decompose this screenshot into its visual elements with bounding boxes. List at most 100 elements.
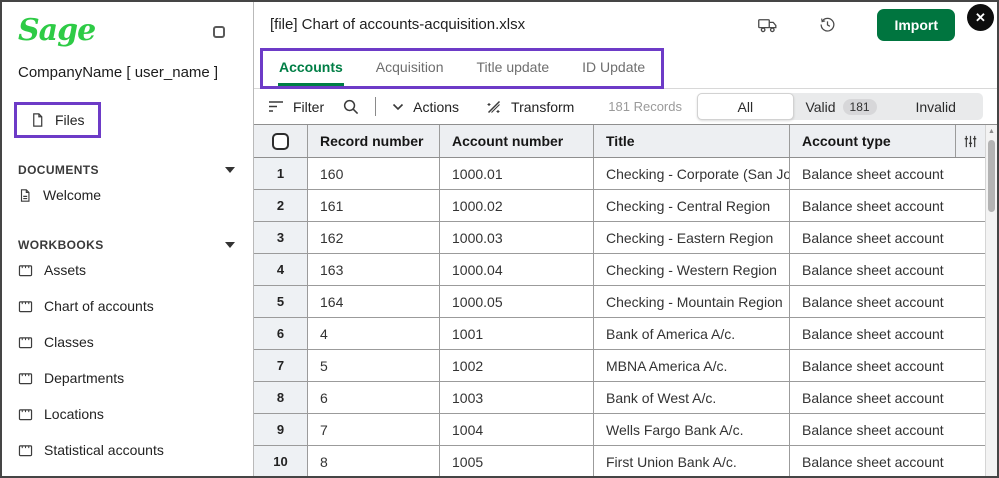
history-icon[interactable] (818, 15, 837, 34)
title-cell[interactable]: MBNA America A/c. (594, 350, 790, 381)
account-type-cell[interactable]: Balance sheet account (790, 190, 985, 221)
close-button[interactable]: ✕ (967, 4, 994, 31)
column-header-title[interactable]: Title (594, 125, 790, 157)
sidebar-item-classes[interactable]: Classes (2, 324, 253, 360)
record-number-cell[interactable]: 8 (308, 446, 440, 476)
actions-button[interactable]: Actions (392, 99, 459, 115)
row-number-cell: 5 (254, 286, 308, 317)
row-number-cell: 2 (254, 190, 308, 221)
table-row[interactable]: 3 162 1000.03 Checking - Eastern Region … (254, 222, 985, 254)
table-row[interactable]: 5 164 1000.05 Checking - Mountain Region… (254, 286, 985, 318)
import-button[interactable]: Import (877, 8, 955, 41)
transform-button[interactable]: Transform (486, 99, 574, 115)
segment-valid[interactable]: Valid 181 (794, 93, 889, 120)
sidebar-item-statistical-accounts[interactable]: Statistical accounts (2, 432, 253, 468)
title-cell[interactable]: Checking - Central Region (594, 190, 790, 221)
table-row[interactable]: 9 7 1004 Wells Fargo Bank A/c. Balance s… (254, 414, 985, 446)
sidebar-item-welcome[interactable]: Welcome (2, 177, 253, 213)
sidebar-item-chart-of-accounts[interactable]: Chart of accounts (2, 288, 253, 324)
truck-icon[interactable] (757, 16, 778, 34)
title-cell[interactable]: First Union Bank A/c. (594, 446, 790, 476)
record-number-cell[interactable]: 7 (308, 414, 440, 445)
workbook-icon (18, 300, 33, 313)
workbook-icon (18, 444, 33, 457)
scrollbar-thumb[interactable] (988, 140, 995, 212)
vertical-scrollbar[interactable]: ▲ (985, 125, 997, 476)
column-header-record-number[interactable]: Record number (308, 125, 440, 157)
sidebar-item-label: Assets (44, 262, 87, 278)
account-number-cell[interactable]: 1001 (440, 318, 594, 349)
account-type-cell[interactable]: Balance sheet account (790, 286, 985, 317)
account-number-cell[interactable]: 1000.05 (440, 286, 594, 317)
row-number-cell: 10 (254, 446, 308, 476)
record-number-cell[interactable]: 162 (308, 222, 440, 253)
record-number-cell[interactable]: 163 (308, 254, 440, 285)
title-cell[interactable]: Wells Fargo Bank A/c. (594, 414, 790, 445)
sidebar-item-departments[interactable]: Departments (2, 360, 253, 396)
sage-logo: Sage (18, 13, 96, 48)
title-cell[interactable]: Bank of America A/c. (594, 318, 790, 349)
record-number-cell[interactable]: 6 (308, 382, 440, 413)
filter-button[interactable]: Filter (268, 99, 324, 115)
caret-down-icon (225, 242, 235, 248)
search-icon[interactable] (342, 98, 359, 115)
column-settings-button[interactable] (956, 125, 985, 157)
records-count: 181 Records (608, 99, 682, 114)
sidebar-item-locations[interactable]: Locations (2, 396, 253, 432)
sidebar-item-files[interactable]: Files (14, 102, 101, 138)
table-row[interactable]: 2 161 1000.02 Checking - Central Region … (254, 190, 985, 222)
row-number-cell: 3 (254, 222, 308, 253)
table-row[interactable]: 10 8 1005 First Union Bank A/c. Balance … (254, 446, 985, 476)
sidebar-section-documents[interactable]: DOCUMENTS (2, 163, 253, 177)
table-row[interactable]: 1 160 1000.01 Checking - Corporate (San … (254, 158, 985, 190)
title-cell[interactable]: Bank of West A/c. (594, 382, 790, 413)
main-panel: [file] Chart of accounts-acquisition.xls… (254, 2, 997, 476)
account-number-cell[interactable]: 1005 (440, 446, 594, 476)
account-number-cell[interactable]: 1000.01 (440, 158, 594, 189)
sidebar-section-workbooks[interactable]: WORKBOOKS (2, 238, 253, 252)
tab-accounts[interactable]: Accounts (278, 51, 344, 86)
toolbar: Filter Actions Transform 181 Records All… (254, 89, 997, 125)
segment-invalid[interactable]: Invalid (888, 93, 983, 120)
tab-id-update[interactable]: ID Update (581, 51, 646, 86)
account-type-cell[interactable]: Balance sheet account (790, 350, 985, 381)
sidebar-item-label: Chart of accounts (44, 298, 154, 314)
segment-all[interactable]: All (697, 93, 794, 120)
scroll-up-icon[interactable]: ▲ (986, 128, 997, 135)
column-header-account-number[interactable]: Account number (440, 125, 594, 157)
account-type-cell[interactable]: Balance sheet account (790, 222, 985, 253)
record-number-cell[interactable]: 5 (308, 350, 440, 381)
sidebar-item-label: Classes (44, 334, 94, 350)
record-number-cell[interactable]: 4 (308, 318, 440, 349)
table-row[interactable]: 8 6 1003 Bank of West A/c. Balance sheet… (254, 382, 985, 414)
account-type-cell[interactable]: Balance sheet account (790, 414, 985, 445)
table-row[interactable]: 6 4 1001 Bank of America A/c. Balance sh… (254, 318, 985, 350)
table-row[interactable]: 4 163 1000.04 Checking - Western Region … (254, 254, 985, 286)
collapse-sidebar-icon[interactable] (213, 26, 225, 38)
record-number-cell[interactable]: 160 (308, 158, 440, 189)
sidebar-item-assets[interactable]: Assets (2, 252, 253, 288)
title-cell[interactable]: Checking - Western Region (594, 254, 790, 285)
account-number-cell[interactable]: 1000.02 (440, 190, 594, 221)
record-number-cell[interactable]: 164 (308, 286, 440, 317)
tab-acquisition[interactable]: Acquisition (375, 51, 445, 86)
account-number-cell[interactable]: 1004 (440, 414, 594, 445)
account-type-cell[interactable]: Balance sheet account (790, 254, 985, 285)
select-all-checkbox[interactable] (272, 132, 289, 150)
title-cell[interactable]: Checking - Mountain Region (594, 286, 790, 317)
account-number-cell[interactable]: 1003 (440, 382, 594, 413)
record-number-cell[interactable]: 161 (308, 190, 440, 221)
row-number-cell: 4 (254, 254, 308, 285)
tab-title-update[interactable]: Title update (476, 51, 551, 86)
account-number-cell[interactable]: 1002 (440, 350, 594, 381)
account-number-cell[interactable]: 1000.03 (440, 222, 594, 253)
account-type-cell[interactable]: Balance sheet account (790, 318, 985, 349)
account-type-cell[interactable]: Balance sheet account (790, 446, 985, 476)
title-cell[interactable]: Checking - Eastern Region (594, 222, 790, 253)
table-row[interactable]: 7 5 1002 MBNA America A/c. Balance sheet… (254, 350, 985, 382)
account-number-cell[interactable]: 1000.04 (440, 254, 594, 285)
account-type-cell[interactable]: Balance sheet account (790, 158, 985, 189)
title-cell[interactable]: Checking - Corporate (San Jo... (594, 158, 790, 189)
column-header-account-type[interactable]: Account type (790, 125, 956, 157)
account-type-cell[interactable]: Balance sheet account (790, 382, 985, 413)
